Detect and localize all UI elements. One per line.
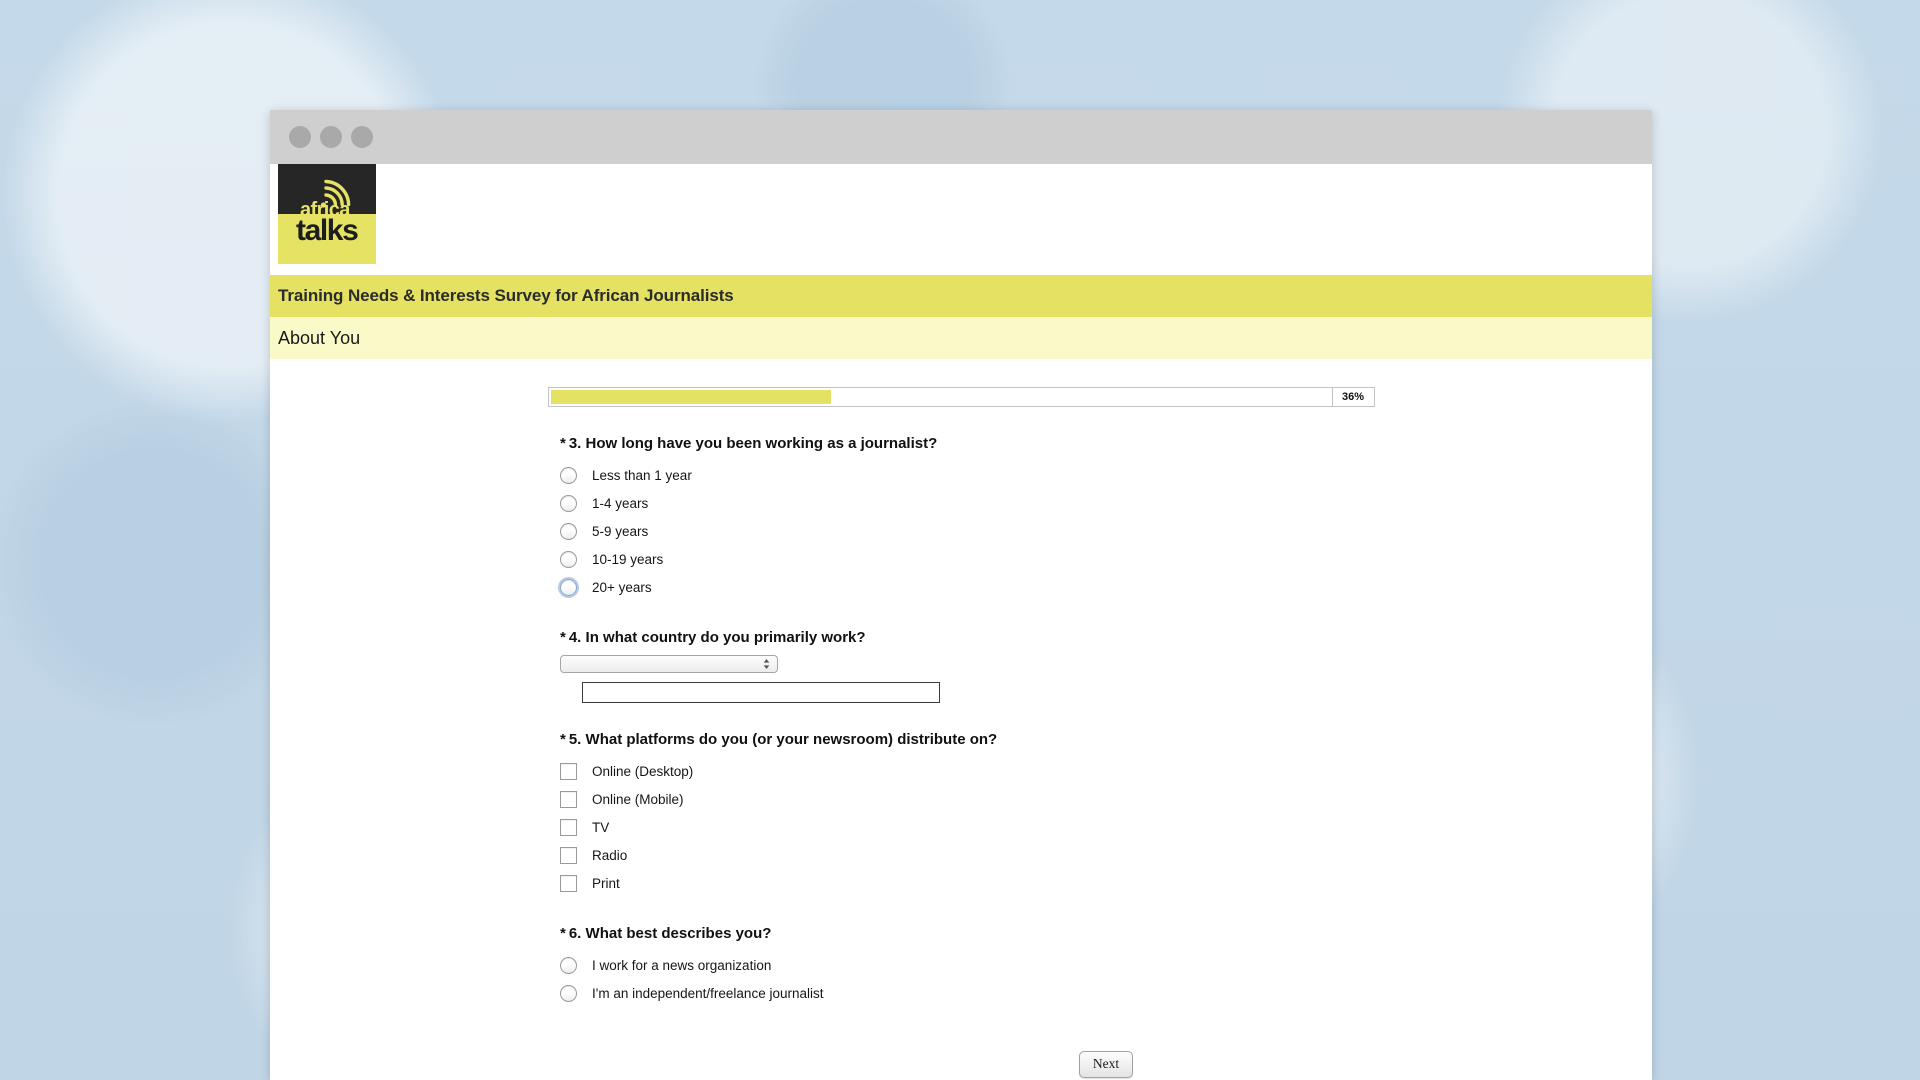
- required-marker: *: [560, 629, 566, 646]
- close-dot[interactable]: [289, 126, 311, 148]
- section-title-bar: About You: [270, 317, 1652, 359]
- next-button[interactable]: Next: [1078, 1051, 1134, 1078]
- question-text: What platforms do you (or your newsroom)…: [585, 731, 998, 748]
- question-text: In what country do you primarily work?: [585, 629, 866, 646]
- question-q6-title: * 6. What best describes you?: [560, 925, 1652, 942]
- option-label: Print: [592, 875, 620, 891]
- option-label: 20+ years: [592, 579, 652, 595]
- radio-icon[interactable]: [560, 578, 577, 596]
- question-number: 3.: [568, 435, 582, 452]
- logo-band: africa talks: [270, 164, 1652, 275]
- question-number: 6.: [568, 925, 582, 942]
- radio-icon[interactable]: [560, 466, 577, 484]
- option-label: 10-19 years: [592, 551, 664, 567]
- checkbox-icon[interactable]: [560, 762, 577, 780]
- question-q4: * 4. In what country do you primarily wor…: [560, 629, 1652, 703]
- question-q5-title: * 5. What platforms do you (or your newsr…: [560, 731, 1652, 748]
- option-online-desktop[interactable]: Online (Desktop): [560, 757, 1652, 785]
- window-titlebar: [270, 110, 1652, 164]
- option-10-19-years[interactable]: 10-19 years: [560, 545, 1652, 573]
- option-label: I'm an independent/freelance journalist: [592, 985, 824, 1001]
- logo-artwork: africa talks: [296, 179, 359, 247]
- radio-icon[interactable]: [560, 956, 577, 974]
- section-title: About You: [278, 327, 361, 348]
- radio-icon[interactable]: [560, 522, 577, 540]
- option-1-4-years[interactable]: 1-4 years: [560, 489, 1652, 517]
- form-footer: Next: [560, 1051, 1652, 1078]
- checkbox-icon[interactable]: [560, 846, 577, 864]
- question-q4-title: * 4. In what country do you primarily wor…: [560, 629, 1652, 646]
- option-label: Online (Desktop): [592, 763, 694, 779]
- logo-text-talks: talks: [296, 214, 358, 247]
- country-select[interactable]: [560, 655, 778, 673]
- question-q3-title: * 3. How long have you been working as a …: [560, 435, 1652, 452]
- option-20-plus-years[interactable]: 20+ years: [560, 573, 1652, 601]
- maximize-dot[interactable]: [351, 126, 373, 148]
- option-freelance-journalist[interactable]: I'm an independent/freelance journalist: [560, 979, 1652, 1007]
- page-title: Training Needs & Interests Survey for Af…: [278, 286, 734, 305]
- option-label: I work for a news organization: [592, 957, 772, 973]
- question-q6: * 6. What best describes you? I work for …: [560, 925, 1652, 1007]
- survey-title-bar: Training Needs & Interests Survey for Af…: [270, 275, 1652, 317]
- africa-talks-logo: africa talks: [278, 164, 376, 264]
- progress-percent-label: 36%: [1332, 387, 1375, 407]
- required-marker: *: [560, 731, 566, 748]
- progress-track: [547, 387, 1333, 407]
- option-tv[interactable]: TV: [560, 813, 1652, 841]
- option-radio[interactable]: Radio: [560, 841, 1652, 869]
- option-label: 1-4 years: [592, 495, 649, 511]
- question-number: 4.: [568, 629, 582, 646]
- radio-icon[interactable]: [560, 984, 577, 1002]
- progress-bar: 36%: [270, 387, 1652, 407]
- question-q3: * 3. How long have you been working as a …: [560, 435, 1652, 601]
- radio-icon[interactable]: [560, 550, 577, 568]
- question-q5: * 5. What platforms do you (or your newsr…: [560, 731, 1652, 897]
- question-number: 5.: [568, 731, 582, 748]
- checkbox-icon[interactable]: [560, 818, 577, 836]
- radio-icon[interactable]: [560, 494, 577, 512]
- option-label: Radio: [592, 847, 628, 863]
- option-label: TV: [592, 819, 610, 835]
- question-text: What best describes you?: [585, 925, 772, 942]
- required-marker: *: [560, 435, 566, 452]
- country-other-input[interactable]: [582, 682, 940, 703]
- option-label: Less than 1 year: [592, 467, 692, 483]
- browser-window: africa talks Training Needs & Interests …: [270, 110, 1652, 1080]
- option-print[interactable]: Print: [560, 869, 1652, 897]
- required-marker: *: [560, 925, 566, 942]
- option-less-than-1-year[interactable]: Less than 1 year: [560, 461, 1652, 489]
- progress-fill: [550, 390, 831, 404]
- option-news-organization[interactable]: I work for a news organization: [560, 951, 1652, 979]
- option-label: Online (Mobile): [592, 791, 684, 807]
- chevron-updown-icon: [763, 658, 770, 670]
- survey-form: * 3. How long have you been working as a …: [270, 435, 1652, 1078]
- option-5-9-years[interactable]: 5-9 years: [560, 517, 1652, 545]
- option-label: 5-9 years: [592, 523, 649, 539]
- option-online-mobile[interactable]: Online (Mobile): [560, 785, 1652, 813]
- checkbox-icon[interactable]: [560, 790, 577, 808]
- question-text: How long have you been working as a jour…: [585, 435, 938, 452]
- minimize-dot[interactable]: [320, 126, 342, 148]
- checkbox-icon[interactable]: [560, 874, 577, 892]
